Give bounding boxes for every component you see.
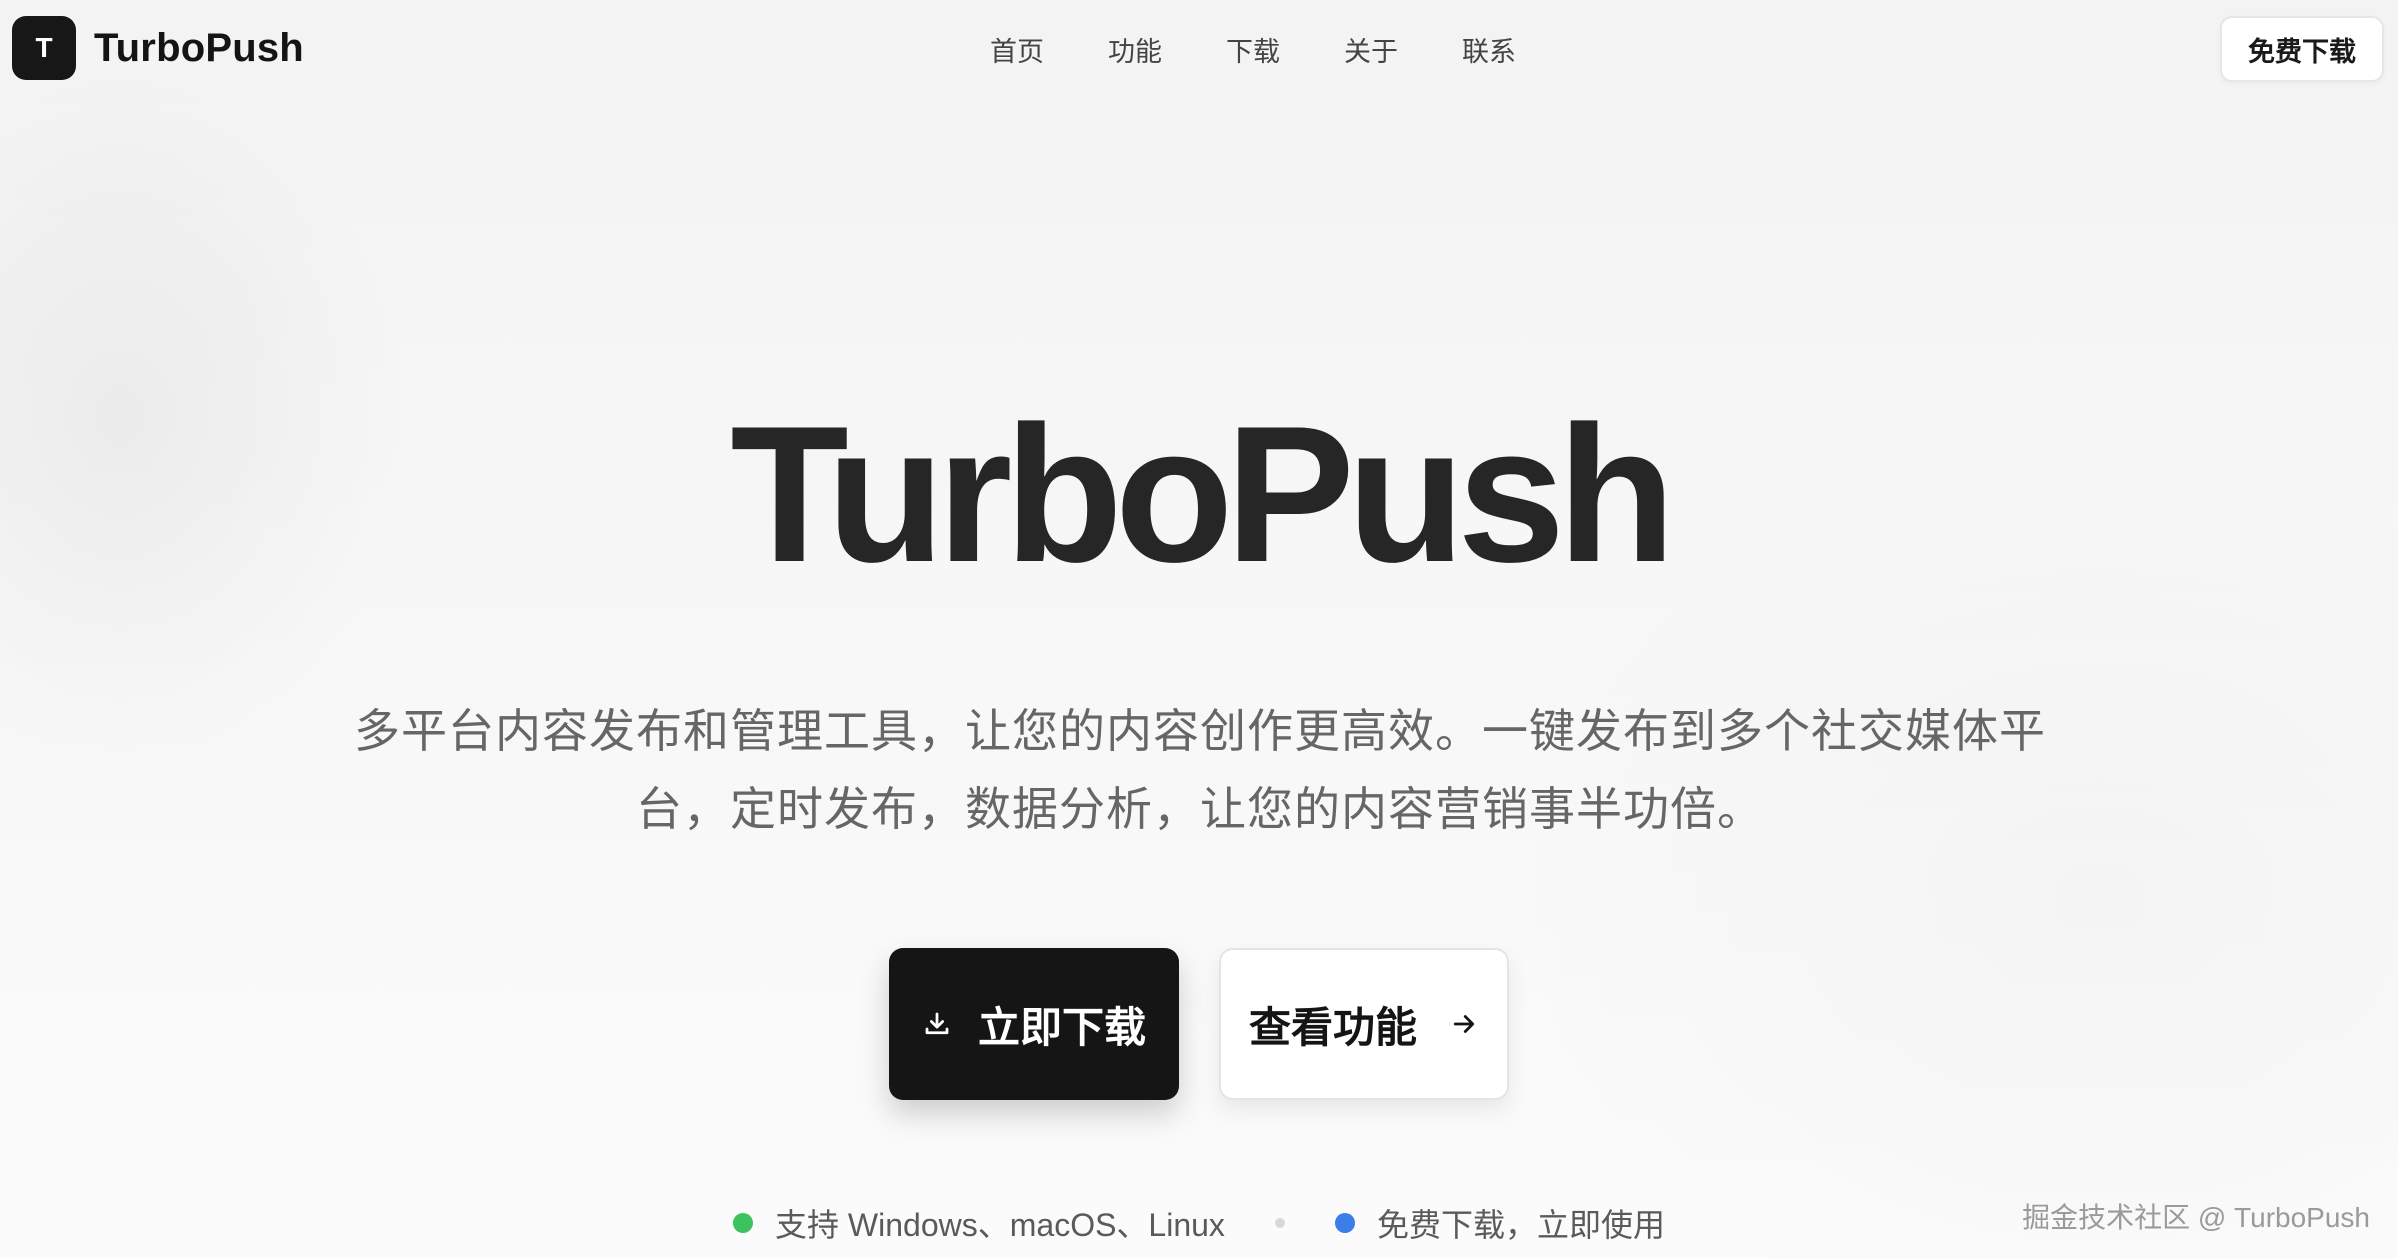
nav-item-about[interactable]: 关于 [1344, 30, 1398, 69]
nav-item-download[interactable]: 下载 [1226, 30, 1280, 69]
hero-subtitle-line-1: 多平台内容发布和管理工具，让您的内容创作更高效。一键发布到多个社交媒体平 [354, 705, 2046, 757]
arrow-right-icon [1449, 1009, 1479, 1039]
nav-item-contact[interactable]: 联系 [1462, 30, 1516, 69]
main-nav: 首页 功能 下载 关于 联系 [990, 30, 1516, 69]
brand-logo-icon: T [12, 16, 76, 80]
top-header: T TurboPush 首页 功能 下载 关于 联系 免费下载 [0, 0, 2398, 96]
download-now-label: 立即下载 [977, 1003, 1146, 1051]
view-features-label: 查看功能 [1248, 1003, 1417, 1051]
hero-actions: 立即下载 查看功能 [0, 948, 2398, 1100]
download-icon [922, 1009, 952, 1039]
separator-dot-icon [1274, 1218, 1285, 1228]
brand-name: TurboPush [94, 25, 304, 70]
hero-subtitle-line-2: 台，定时发布，数据分析，让您的内容营销事半功倍。 [636, 783, 1764, 835]
free-download-button[interactable]: 免费下载 [2220, 16, 2384, 82]
blue-dot-icon [1334, 1213, 1355, 1233]
feature-free: 免费下载，立即使用 [1334, 1200, 1665, 1246]
hero-title: TurboPush [730, 386, 1675, 603]
feature-platforms-label: 支持 Windows、macOS、Linux [775, 1207, 1225, 1243]
watermark: 掘金技术社区 @ TurboPush [2022, 1202, 2370, 1233]
hero-subtitle: 多平台内容发布和管理工具，让您的内容创作更高效。一键发布到多个社交媒体平 台，定… [320, 692, 2080, 848]
nav-item-home[interactable]: 首页 [990, 30, 1044, 69]
nav-item-features[interactable]: 功能 [1108, 30, 1162, 69]
free-download-label: 免费下载 [2248, 36, 2356, 67]
view-features-button[interactable]: 查看功能 [1219, 948, 1509, 1100]
download-now-button[interactable]: 立即下载 [889, 948, 1179, 1100]
brand[interactable]: T TurboPush [12, 16, 304, 80]
feature-platforms: 支持 Windows、macOS、Linux [733, 1200, 1225, 1246]
green-dot-icon [733, 1213, 754, 1233]
feature-free-label: 免费下载，立即使用 [1376, 1207, 1665, 1243]
